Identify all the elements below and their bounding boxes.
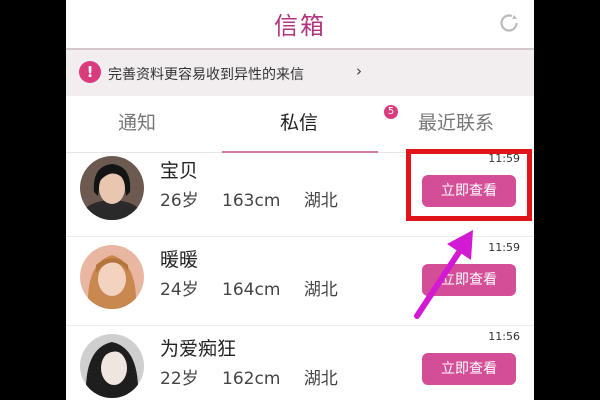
unread-badge: 5 [384, 105, 398, 119]
message-time: 11:56 [488, 330, 520, 343]
sender-location: 湖北 [303, 280, 338, 300]
view-now-button[interactable]: 立即查看 [422, 353, 516, 385]
avatar [80, 334, 144, 398]
sender-age: 22岁 [160, 369, 199, 389]
message-row[interactable]: 为爱痴狂 22岁 162cm 湖北 11:56 立即查看 [66, 326, 534, 400]
avatar [80, 156, 144, 220]
highlight-box [406, 149, 532, 221]
sender-height: 164cm [222, 280, 281, 300]
message-time: 11:59 [488, 241, 520, 254]
refresh-icon[interactable] [498, 12, 520, 34]
phone-screen: 信箱 ! 完善资料更容易收到异性的来信 › 通知 私信 5 最近联系 宝贝 26… [66, 0, 534, 400]
tab-bar: 通知 私信 5 最近联系 [66, 96, 534, 153]
sender-name: 为爱痴狂 [160, 338, 237, 360]
tab-notifications[interactable]: 通知 [118, 108, 156, 135]
page-title: 信箱 [274, 12, 326, 40]
notice-text: 完善资料更容易收到异性的来信 [108, 67, 304, 83]
avatar [80, 245, 144, 309]
pointer-arrow-icon [414, 230, 473, 319]
profile-notice[interactable]: ! 完善资料更容易收到异性的来信 › [66, 50, 534, 96]
sender-info: 26岁 163cm 湖北 [160, 186, 356, 211]
sender-age: 24岁 [160, 280, 199, 300]
sender-info: 24岁 164cm 湖北 [160, 275, 356, 300]
chevron-right-icon: › [356, 62, 362, 80]
tab-private-messages[interactable]: 私信 [280, 108, 318, 135]
sender-name: 暖暖 [160, 249, 199, 271]
sender-height: 163cm [222, 191, 281, 211]
sender-info: 22岁 162cm 湖北 [160, 364, 356, 389]
exclamation-icon: ! [79, 61, 101, 83]
tab-recent-contacts[interactable]: 最近联系 [418, 108, 494, 135]
sender-location: 湖北 [303, 191, 338, 211]
title-bar: 信箱 [66, 0, 534, 50]
sender-age: 26岁 [160, 191, 199, 211]
sender-location: 湖北 [303, 369, 338, 389]
sender-height: 162cm [222, 369, 281, 389]
sender-name: 宝贝 [160, 160, 199, 182]
